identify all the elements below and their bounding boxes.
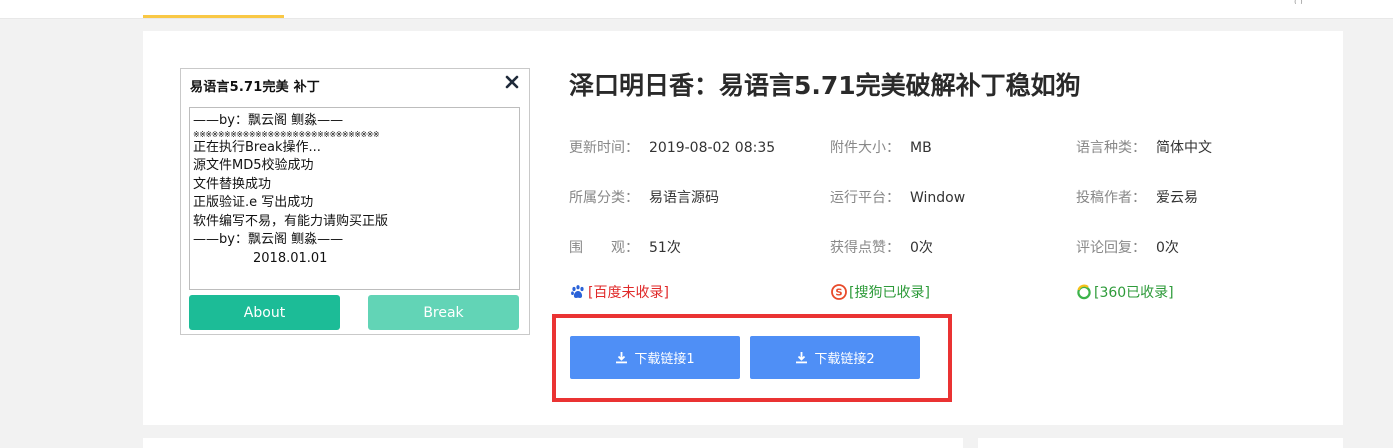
meta-views: 围 观： 51次 xyxy=(569,237,681,257)
sogou-icon: S xyxy=(831,284,847,300)
dialog-title: 易语言5.71完美 补丁 xyxy=(190,80,321,95)
svg-text:S: S xyxy=(835,288,842,299)
meta-value: 0次 xyxy=(910,240,933,256)
dialog-log-textarea: ——by：飘云阁 鲗淼—— ※※※※※※※※※※※※※※※※※※※※※※※※※※… xyxy=(189,107,520,290)
meta-update-time: 更新时间： 2019-08-02 08:35 xyxy=(569,137,775,157)
baidu-index-text: [百度未收录] xyxy=(588,285,669,301)
meta-value: 简体中文 xyxy=(1156,140,1212,156)
download-link-label: 下载链接1 xyxy=(634,352,695,367)
meta-value: 爱云易 xyxy=(1156,190,1198,206)
meta-value: 0次 xyxy=(1156,240,1179,256)
baidu-index-status[interactable]: [百度未收录] xyxy=(570,282,669,302)
sogou-index-status[interactable]: S [搜狗已收录] xyxy=(831,282,930,302)
360-index-status[interactable]: [360已收录] xyxy=(1076,282,1174,302)
top-navigation-bar: ( ) xyxy=(0,0,1393,19)
sogou-index-text: [搜狗已收录] xyxy=(849,285,930,301)
log-separator-line: ※※※※※※※※※※※※※※※※※※※※※※※※※※※※※※ xyxy=(193,129,380,139)
meta-label: 更新时间： xyxy=(569,140,639,156)
topbar-corner-text: ( ) xyxy=(1294,0,1320,4)
meta-label: 附件大小： xyxy=(830,140,900,156)
meta-label: 投稿作者： xyxy=(1076,190,1146,206)
360-index-text: [360已收录] xyxy=(1094,285,1174,301)
content-section-bottom xyxy=(143,438,963,448)
log-line: ——by：飘云阁 鲗淼—— xyxy=(193,232,344,247)
download-link-label: 下载链接2 xyxy=(814,352,875,367)
meta-label: 评论回复： xyxy=(1076,240,1146,256)
meta-value: 51次 xyxy=(649,240,681,256)
article-title: 泽口明日香：易语言5.71完美破解补丁稳如狗 xyxy=(569,71,1081,100)
meta-value: MB xyxy=(910,140,932,156)
meta-file-size: 附件大小： MB xyxy=(830,137,932,157)
log-line: 源文件MD5校验成功 xyxy=(193,158,314,173)
log-line: ——by：飘云阁 鲗淼—— xyxy=(193,113,344,128)
meta-platform: 运行平台： Window xyxy=(830,187,965,207)
meta-language: 语言种类： 简体中文 xyxy=(1076,137,1212,157)
baidu-paw-icon xyxy=(570,284,586,300)
log-line: 软件编写不易，有能力请购买正版 xyxy=(193,213,389,229)
download-link-1-button[interactable]: 下载链接1 xyxy=(570,336,740,379)
360-icon xyxy=(1076,284,1092,300)
dialog-break-button: Break xyxy=(368,295,519,330)
meta-label: 获得点赞： xyxy=(830,240,900,256)
log-line: 正版验证.e 写出成功 xyxy=(193,195,314,210)
log-line: 正在执行Break操作... xyxy=(193,139,321,155)
meta-label: 围 观： xyxy=(569,240,639,256)
download-link-2-button[interactable]: 下载链接2 xyxy=(750,336,920,379)
dialog-about-button: About xyxy=(189,295,340,330)
log-line: 文件替换成功 xyxy=(193,176,272,192)
article-preview-image[interactable]: 易语言5.71完美 补丁 ——by：飘云阁 鲗淼—— ※※※※※※※※※※※※※… xyxy=(180,68,530,335)
meta-label: 所属分类： xyxy=(569,190,639,206)
meta-comments: 评论回复： 0次 xyxy=(1076,237,1179,257)
log-date-line: 2018.01.01 xyxy=(253,250,328,266)
active-nav-indicator xyxy=(143,15,284,18)
meta-likes: 获得点赞： 0次 xyxy=(830,237,933,257)
sidebar-section-bottom xyxy=(978,438,1343,448)
download-icon xyxy=(615,351,628,364)
meta-value: 2019-08-02 08:35 xyxy=(649,140,776,156)
meta-value: Window xyxy=(910,190,966,206)
meta-label: 语言种类： xyxy=(1076,140,1146,156)
meta-value: 易语言源码 xyxy=(649,190,719,206)
close-icon xyxy=(503,73,521,91)
meta-label: 运行平台： xyxy=(830,190,900,206)
meta-category: 所属分类： 易语言源码 xyxy=(569,187,719,207)
download-icon xyxy=(795,351,808,364)
meta-author: 投稿作者： 爱云易 xyxy=(1076,187,1198,207)
